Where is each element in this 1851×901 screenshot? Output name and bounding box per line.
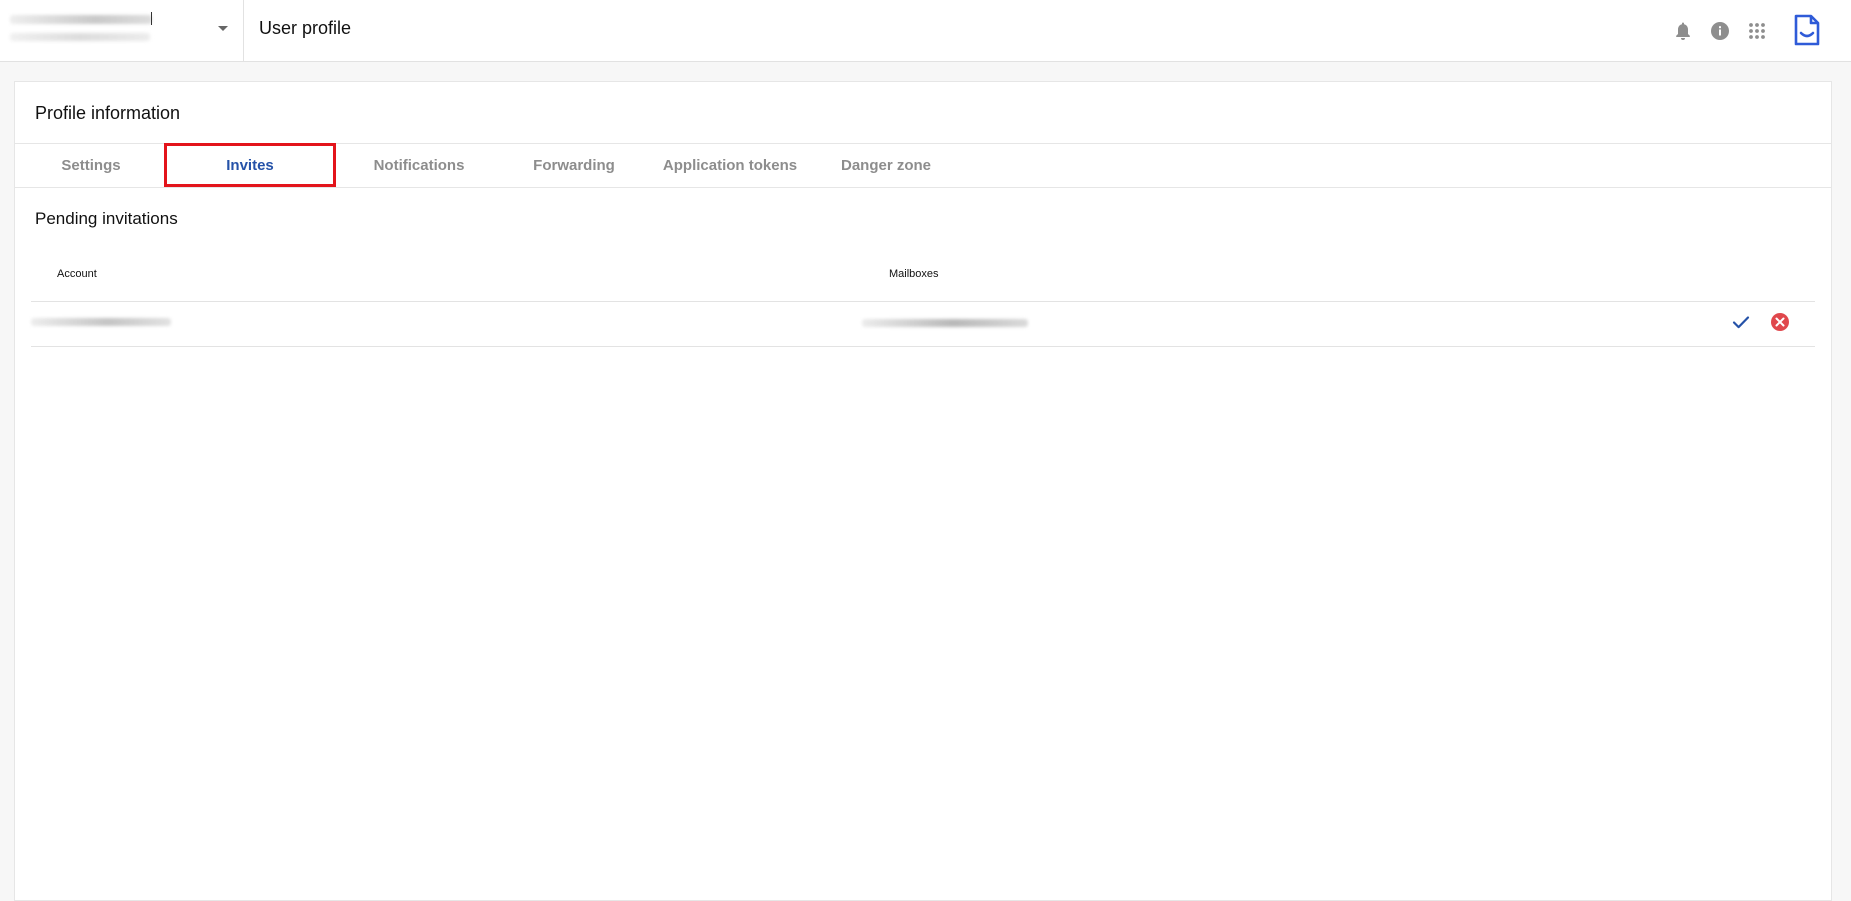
page-title: User profile — [259, 18, 352, 38]
chevron-down-icon[interactable] — [218, 26, 228, 31]
table-divider — [31, 301, 1815, 302]
info-icon[interactable] — [1706, 17, 1734, 45]
bell-icon[interactable] — [1669, 17, 1697, 45]
apps-grid-icon[interactable] — [1743, 17, 1771, 45]
tab-notifications[interactable]: Notifications — [345, 144, 493, 188]
account-switcher[interactable] — [0, 0, 244, 62]
account-subtitle-redacted — [10, 33, 150, 41]
tab-invites[interactable]: Invites — [165, 144, 335, 188]
accept-check-icon[interactable] — [1730, 311, 1752, 333]
column-header-mailboxes: Mailboxes — [889, 268, 939, 280]
card-title: Profile information — [35, 103, 181, 123]
document-logo-icon[interactable] — [1791, 13, 1823, 47]
top-bar: User profile — [0, 0, 1851, 62]
account-cell-redacted — [31, 318, 171, 326]
text-cursor — [151, 12, 152, 25]
mailboxes-cell-redacted — [862, 319, 1028, 327]
account-name-redacted — [10, 15, 152, 24]
tab-settings[interactable]: Settings — [35, 144, 147, 188]
profile-tabs: Settings Invites Notifications Forwardin… — [15, 143, 1831, 188]
column-header-account: Account — [57, 268, 97, 280]
section-title: Pending invitations — [35, 209, 178, 228]
profile-card: Profile information Settings Invites Not… — [14, 81, 1832, 901]
table-divider — [31, 346, 1815, 347]
tab-application-tokens[interactable]: Application tokens — [645, 144, 815, 188]
decline-x-icon[interactable] — [1769, 311, 1791, 333]
tab-danger-zone[interactable]: Danger zone — [815, 144, 957, 188]
tab-forwarding[interactable]: Forwarding — [503, 144, 645, 188]
